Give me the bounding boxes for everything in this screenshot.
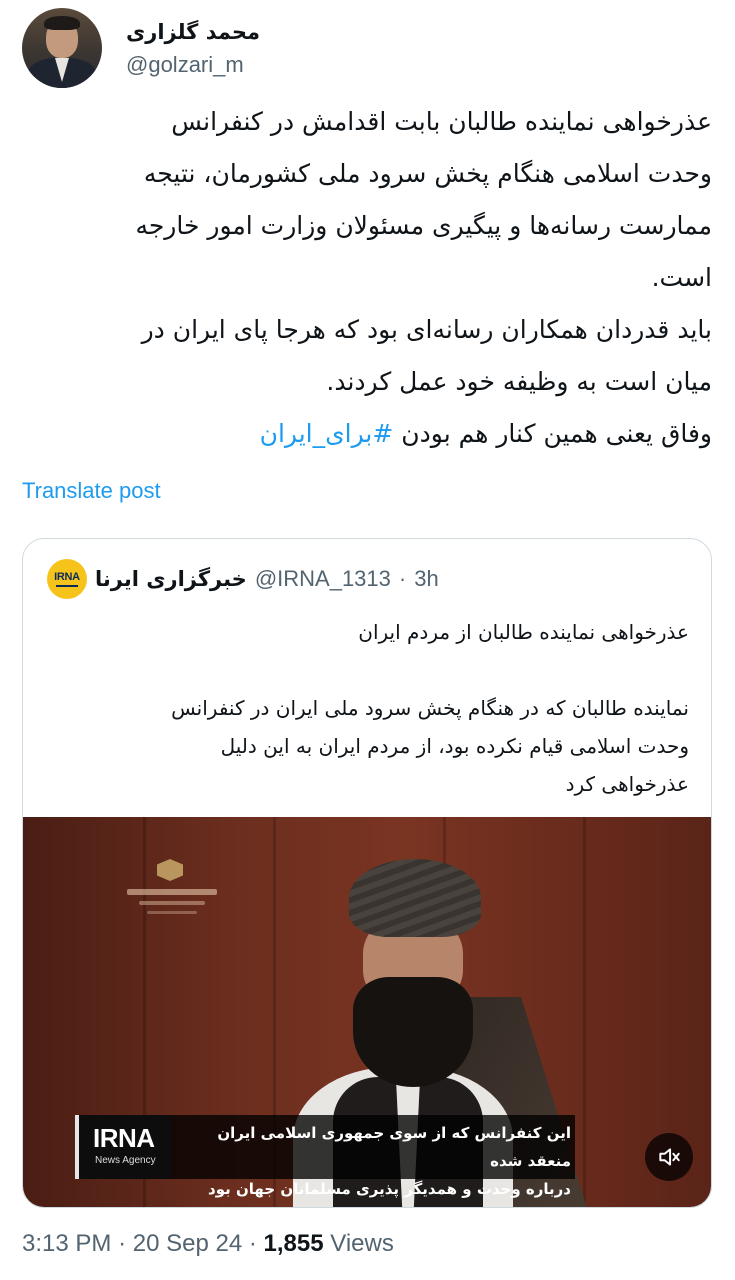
irna-logo-underline — [56, 585, 78, 587]
video-player[interactable]: IRNA News Agency این کنفرانس که از سوی ج… — [23, 817, 711, 1207]
meta-separator: · — [118, 1230, 127, 1257]
quoted-tweet[interactable]: IRNA خبرگزاری ایرنا @IRNA_1313 · 3h عذرخ… — [22, 538, 712, 1208]
author-avatar[interactable] — [22, 8, 102, 88]
quoted-body-line: نماینده طالبان که در هنگام پخش سرود ملی … — [171, 696, 689, 720]
tweet-meta: 3:13 PM · 20 Sep 24 · 1,855 Views — [22, 1230, 394, 1258]
quoted-author-handle[interactable]: @IRNA_1313 — [255, 566, 391, 592]
quoted-tweet-header: IRNA خبرگزاری ایرنا @IRNA_1313 · 3h — [47, 559, 439, 599]
speaker-beard — [353, 977, 473, 1087]
views-count: 1,855 — [263, 1230, 324, 1257]
mute-button[interactable] — [645, 1133, 693, 1181]
ticker-logo: IRNA News Agency — [75, 1115, 171, 1179]
author-handle[interactable]: @golzari_m — [126, 52, 244, 78]
tweet-line: میان است به وظیفه خود عمل کردند. — [326, 367, 712, 396]
ticker-line: درباره وحدت و همدیگر پذیری مسلمانان جهان… — [208, 1180, 571, 1198]
quoted-author-name[interactable]: خبرگزاری ایرنا — [95, 567, 247, 591]
tweet-line: عذرخواهی نماینده طالبان بابت اقدامش در ک… — [171, 107, 712, 136]
tweet-text: عذرخواهی نماینده طالبان بابت اقدامش در ک… — [22, 96, 712, 460]
tweet-header: محمد گلزاری @golzari_m — [22, 8, 712, 88]
irna-avatar[interactable]: IRNA — [47, 559, 87, 599]
quoted-body-line: عذرخواهی کرد — [565, 772, 689, 796]
meta-separator: · — [248, 1230, 257, 1257]
broadcaster-watermark — [127, 859, 217, 919]
news-ticker: IRNA News Agency این کنفرانس که از سوی ج… — [75, 1115, 675, 1198]
quoted-time[interactable]: 3h — [414, 566, 438, 592]
ticker-logo-subtitle: News Agency — [95, 1155, 156, 1166]
tweet-line: باید قدردان همکاران رسانه‌ای بود که هرجا… — [141, 315, 712, 344]
watermark-logo-icon — [157, 859, 183, 881]
irna-logo-text: IRNA — [54, 571, 80, 583]
quoted-title: عذرخواهی نماینده طالبان از مردم ایران — [358, 620, 689, 644]
speaker-turban — [349, 859, 481, 937]
watermark-line — [147, 911, 197, 914]
post-date[interactable]: 20 Sep 24 — [133, 1230, 242, 1257]
tweet-line: ممارست رسانه‌ها و پیگیری مسئولان وزارت ا… — [135, 211, 712, 240]
tweet-line: است. — [651, 263, 712, 292]
quoted-body-line: وحدت اسلامی قیام نکرده بود، از مردم ایرا… — [220, 734, 689, 758]
post-time[interactable]: 3:13 PM — [22, 1230, 111, 1257]
quoted-body: نماینده طالبان که در هنگام پخش سرود ملی … — [49, 689, 689, 803]
mute-icon — [659, 1148, 680, 1166]
hashtag-link[interactable]: #برای_ایران — [260, 419, 394, 448]
watermark-line — [127, 889, 217, 895]
quoted-separator: · — [398, 566, 407, 591]
views-label: Views — [330, 1230, 394, 1257]
ticker-line: این کنفرانس که از سوی جمهوری اسلامی ایرا… — [217, 1124, 571, 1170]
author-name[interactable]: محمد گلزاری — [126, 20, 260, 44]
tweet-line-text: وفاق یعنی همین کنار هم بودن — [401, 419, 712, 448]
tweet-line-last: وفاق یعنی همین کنار هم بودن #برای_ایران — [22, 408, 712, 460]
tweet-line: وحدت اسلامی هنگام پخش سرود ملی کشورمان، … — [143, 159, 712, 188]
ticker-caption: این کنفرانس که از سوی جمهوری اسلامی ایرا… — [175, 1119, 571, 1203]
ticker-logo-text: IRNA — [93, 1123, 155, 1153]
watermark-line — [139, 901, 205, 905]
translate-post-link[interactable]: Translate post — [22, 478, 161, 504]
avatar-hair — [44, 16, 80, 30]
